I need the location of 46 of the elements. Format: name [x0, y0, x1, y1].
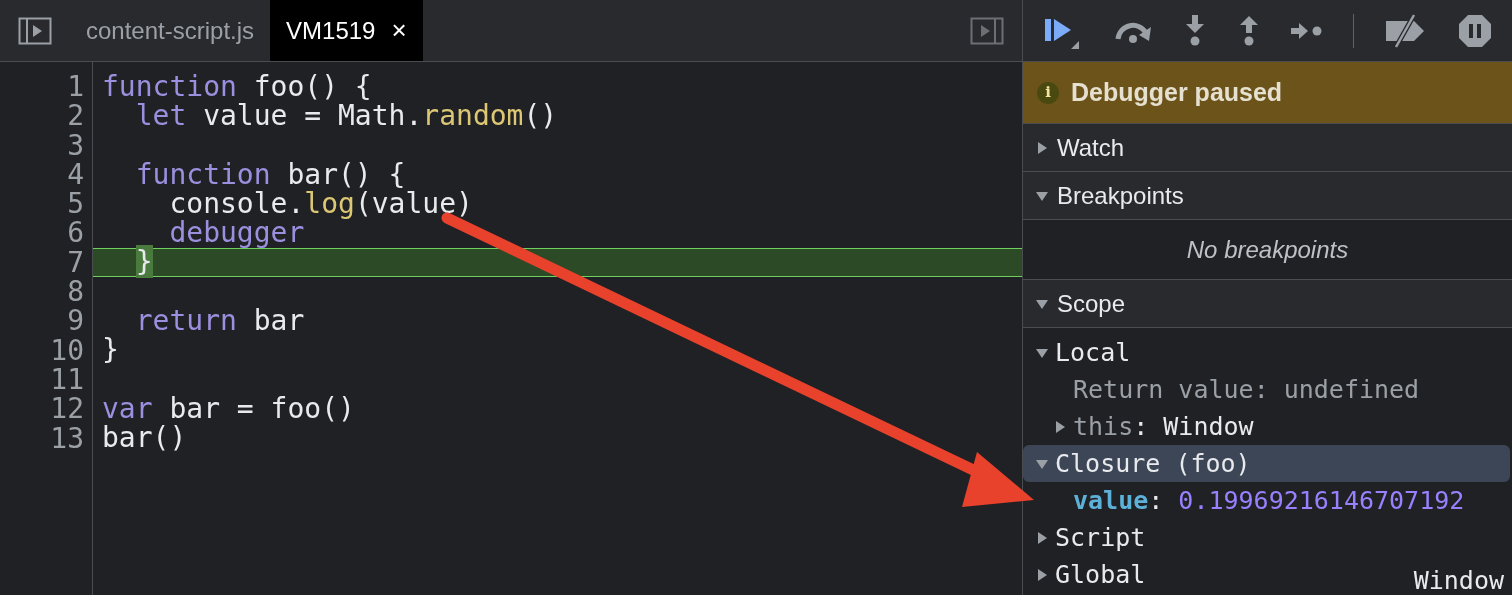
- section-header[interactable]: Scope: [1023, 280, 1512, 328]
- code-line: console.log(value): [168, 189, 473, 218]
- line-number: 7: [66, 247, 84, 278]
- scope-row[interactable]: Local: [1023, 334, 1510, 371]
- line-number: 11: [49, 364, 84, 395]
- collapsed-triangle-icon[interactable]: [1053, 419, 1067, 434]
- panel-toggle-icon[interactable]: [970, 16, 1004, 45]
- code-line: let value = Math.random(): [134, 101, 558, 130]
- step-icon[interactable]: [1291, 20, 1323, 41]
- line-number: 9: [66, 306, 84, 336]
- collapsed-triangle-icon[interactable]: [1035, 530, 1049, 545]
- property-row[interactable]: Return value: undefined: [1023, 371, 1510, 408]
- collapsed-triangle-icon[interactable]: [1035, 140, 1049, 155]
- line-number: 8: [66, 277, 84, 307]
- code-line: function foo() {: [102, 72, 372, 101]
- code-line: bar(): [102, 424, 187, 453]
- line-number: 12: [49, 394, 84, 424]
- line-number: 6: [66, 218, 84, 248]
- section-header[interactable]: Breakpoints: [1023, 172, 1512, 220]
- line-number: 5: [66, 189, 84, 219]
- line-number: 10: [49, 335, 84, 365]
- pause-on-exceptions-icon[interactable]: [1458, 13, 1492, 48]
- code-line: debugger: [168, 219, 305, 248]
- line-number: 4: [66, 159, 84, 190]
- code-line: var bar = foo(): [102, 394, 355, 423]
- line-number: 3: [66, 130, 84, 160]
- info-icon: i: [1037, 81, 1059, 104]
- file-tab[interactable]: VM1519 ×: [270, 0, 423, 61]
- collapsed-triangle-icon[interactable]: [1035, 567, 1049, 582]
- file-tab[interactable]: content-script.js: [70, 0, 271, 61]
- line-number: 13: [49, 423, 84, 453]
- scope-row[interactable]: Global Window: [1023, 556, 1510, 593]
- close-icon[interactable]: ×: [391, 11, 407, 50]
- scope-row[interactable]: Script: [1023, 519, 1510, 556]
- sidebar-toggle-icon[interactable]: [18, 16, 52, 45]
- property-row[interactable]: value: 0.19969216146707192: [1023, 482, 1510, 519]
- code-line: }: [102, 336, 119, 365]
- scope-row[interactable]: Closure (foo): [1023, 445, 1510, 482]
- line-number: 1: [66, 72, 84, 102]
- section-header[interactable]: Watch: [1023, 124, 1512, 172]
- line-number: 2: [66, 101, 84, 131]
- property-row[interactable]: this: Window: [1023, 408, 1510, 445]
- code-line: return bar: [134, 307, 305, 335]
- empty-message: No breakpoints: [1186, 234, 1349, 265]
- code-line: function bar() {: [134, 160, 406, 189]
- banner-text: Debugger paused: [1071, 76, 1283, 108]
